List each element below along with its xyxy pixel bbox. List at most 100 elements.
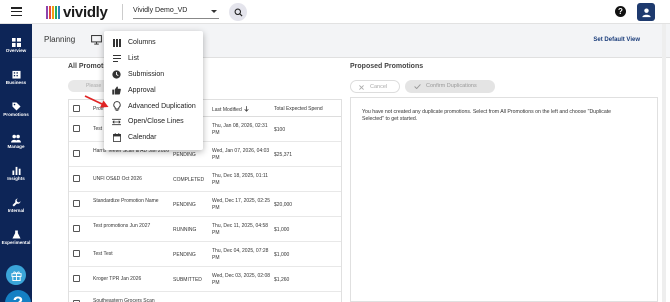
cell-status: PENDING bbox=[173, 252, 196, 258]
table-row[interactable]: Standardize Promotion Name PENDING Wed, De… bbox=[69, 192, 341, 217]
sidebar-item-label: Promotions bbox=[3, 112, 29, 117]
column-header-total-spend[interactable]: Total Expected Spend bbox=[274, 106, 323, 112]
calendar-icon bbox=[112, 133, 121, 143]
top-divider bbox=[122, 4, 123, 20]
sidebar-item-label: Insights bbox=[7, 176, 25, 181]
set-default-view-link[interactable]: Set Default View bbox=[593, 37, 640, 43]
sidebar-item-experimental[interactable]: Experimental bbox=[0, 230, 32, 245]
row-checkbox[interactable] bbox=[73, 250, 80, 257]
menu-item-label: Submission bbox=[128, 70, 165, 78]
user-avatar-button[interactable] bbox=[637, 3, 655, 21]
menu-item-label: Open/Close Lines bbox=[128, 118, 184, 126]
people-icon bbox=[11, 134, 21, 143]
row-checkbox[interactable] bbox=[73, 150, 80, 157]
help-icon[interactable]: ? bbox=[615, 6, 626, 17]
cell-last-modified: Thu, Dec 18, 2025, 01:11 PM bbox=[212, 173, 269, 186]
cancel-label: Cancel bbox=[370, 84, 388, 90]
columns-icon bbox=[112, 38, 121, 47]
sidebar-item-label: Overview bbox=[5, 48, 27, 53]
org-selector-value: Vividly Demo_VD bbox=[133, 7, 188, 14]
business-icon bbox=[11, 70, 21, 79]
sidebar-item-label: Manage bbox=[7, 144, 25, 149]
cell-promotion-name: Standardize Promotion Name bbox=[93, 198, 159, 204]
table-row[interactable]: UNFI OS&D Oct 2026 COMPLETED Thu, Dec 18, … bbox=[69, 167, 341, 192]
open-close-icon bbox=[112, 118, 121, 125]
column-header-last-modified[interactable]: Last Modified bbox=[212, 106, 249, 113]
cell-total-spend: $1,000 bbox=[274, 227, 290, 233]
help-fab-button[interactable]: ? bbox=[5, 290, 31, 302]
sidebar-item-label: Business bbox=[5, 80, 27, 85]
cell-last-modified: Thu, Jan 08, 2026, 02:31 PM bbox=[212, 123, 268, 136]
row-checkbox[interactable] bbox=[73, 125, 80, 132]
menu-item-submission[interactable]: Submission bbox=[104, 67, 203, 83]
tag-icon bbox=[11, 102, 21, 111]
sidebar-item-promotions[interactable]: Promotions bbox=[0, 102, 32, 117]
menu-item-advanced-duplication[interactable]: Advanced Duplication bbox=[104, 98, 203, 114]
sidebar-item-label: Internal bbox=[7, 208, 25, 213]
row-checkbox[interactable] bbox=[73, 200, 80, 207]
select-all-checkbox[interactable] bbox=[73, 105, 80, 112]
cell-promotion-name: Test Test bbox=[93, 251, 113, 257]
cancel-button[interactable]: Cancel bbox=[350, 80, 400, 93]
check-icon bbox=[414, 84, 421, 89]
page-title: Planning bbox=[44, 35, 76, 44]
table-row[interactable]: Southeastern Grocers Scan bbox=[69, 292, 341, 302]
gift-button[interactable] bbox=[6, 265, 26, 285]
row-checkbox[interactable] bbox=[73, 225, 80, 232]
thumbs-up-icon bbox=[112, 86, 121, 95]
menu-item-open-close-lines[interactable]: Open/Close Lines bbox=[104, 114, 203, 130]
menu-item-columns[interactable]: Columns bbox=[104, 35, 203, 51]
org-selector[interactable]: Vividly Demo_VD bbox=[133, 4, 219, 19]
logo-stripe bbox=[55, 5, 57, 19]
hamburger-menu-icon[interactable] bbox=[11, 7, 22, 17]
menu-item-label: List bbox=[128, 55, 139, 63]
menu-item-approval[interactable]: Approval bbox=[104, 82, 203, 98]
cell-status: PENDING bbox=[173, 152, 196, 158]
table-row[interactable]: Test promotions Jun 2027 RUNNING Thu, Dec … bbox=[69, 217, 341, 242]
monitor-icon[interactable] bbox=[91, 35, 102, 45]
gift-icon bbox=[10, 271, 22, 281]
cell-promotion-name: UNFI OS&D Oct 2026 bbox=[93, 176, 142, 182]
cell-total-spend: $25,371 bbox=[274, 152, 293, 158]
bar-chart-icon bbox=[11, 166, 21, 175]
sidebar-item-label: Experimental bbox=[1, 240, 31, 245]
arrow-down-icon bbox=[244, 106, 249, 112]
global-search-button[interactable] bbox=[229, 3, 247, 21]
menu-item-list[interactable]: List bbox=[104, 51, 203, 67]
table-row[interactable]: Test Test PENDING Thu, Dec 04, 2025, 07:28… bbox=[69, 242, 341, 267]
confirm-duplications-button[interactable]: Confirm Duplications bbox=[405, 80, 495, 93]
menu-item-label: Advanced Duplication bbox=[128, 102, 196, 110]
cell-promotion-name: Test promotions Jun 2027 bbox=[93, 223, 151, 229]
logo-stripe bbox=[52, 5, 54, 19]
proposed-promotions-box: You have not created any duplicate promo… bbox=[350, 97, 658, 302]
cell-last-modified: Wed, Dec 17, 2025, 02:25 PM bbox=[212, 198, 271, 211]
cell-status: RUNNING bbox=[173, 227, 197, 233]
cell-last-modified: Wed, Dec 03, 2025, 02:08 PM bbox=[212, 273, 271, 286]
sidebar-item-overview[interactable]: Overview bbox=[0, 38, 32, 53]
menu-item-calendar[interactable]: Calendar bbox=[104, 130, 203, 146]
sidebar-item-manage[interactable]: Manage bbox=[0, 134, 32, 149]
close-icon bbox=[359, 85, 364, 90]
logo-stripe bbox=[46, 5, 48, 19]
row-checkbox[interactable] bbox=[73, 175, 80, 182]
view-dropdown-menu: Columns List Submission Approval Advance… bbox=[104, 31, 203, 150]
cell-total-spend: $1,260 bbox=[274, 277, 290, 283]
cell-promotion-name: Southeastern Grocers Scan bbox=[93, 298, 155, 302]
cell-status: SUBMITTED bbox=[173, 277, 202, 283]
search-icon bbox=[234, 8, 243, 17]
sidebar-item-business[interactable]: Business bbox=[0, 70, 32, 85]
vertical-scrollbar[interactable] bbox=[662, 24, 666, 302]
sidebar: Overview Business Promotions Manage Insi… bbox=[0, 24, 32, 302]
chevron-down-icon bbox=[211, 10, 217, 13]
cell-last-modified: Wed, Jan 07, 2026, 04:03 PM bbox=[212, 148, 270, 161]
vividly-logo[interactable]: vividly bbox=[46, 4, 108, 21]
sidebar-item-internal[interactable]: Internal bbox=[0, 198, 32, 213]
flask-icon bbox=[11, 230, 21, 239]
confirm-label: Confirm Duplications bbox=[426, 83, 477, 89]
sidebar-item-insights[interactable]: Insights bbox=[0, 166, 32, 181]
table-row[interactable]: Kroger TPR Jan 2026 SUBMITTED Wed, Dec 03,… bbox=[69, 267, 341, 292]
logo-stripes bbox=[46, 5, 60, 19]
menu-item-label: Calendar bbox=[128, 134, 157, 142]
row-checkbox[interactable] bbox=[73, 275, 80, 282]
cell-status: COMPLETED bbox=[173, 177, 205, 183]
